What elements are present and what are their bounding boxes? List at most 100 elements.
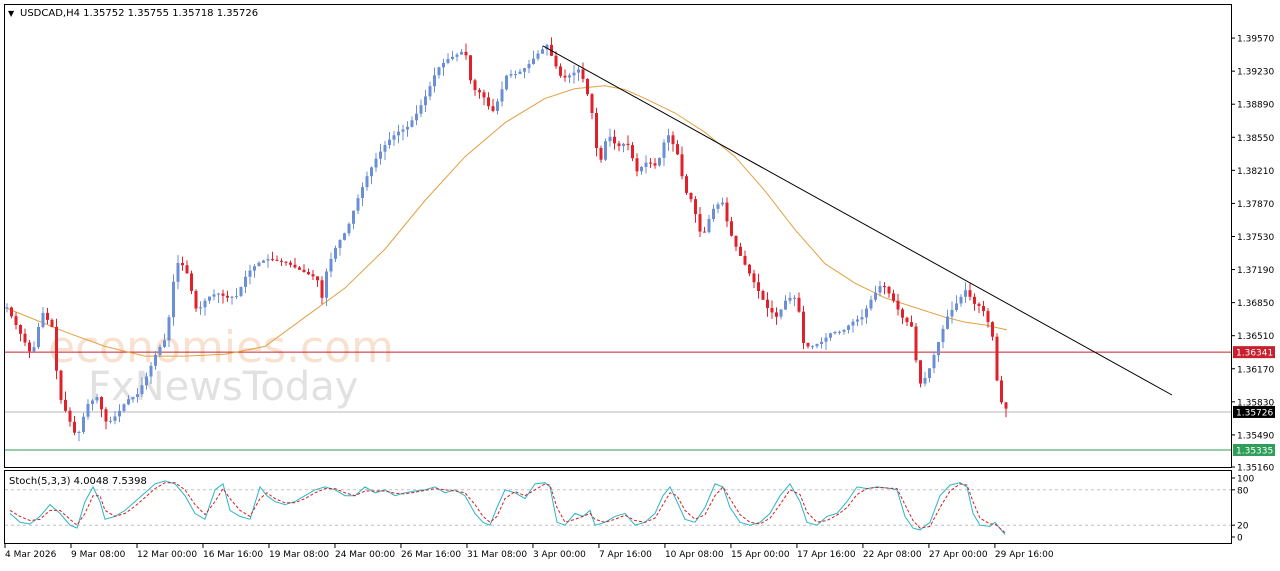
candle-body [599, 148, 603, 160]
candle-body [406, 126, 409, 130]
candle-body [604, 141, 607, 160]
candle-body [32, 347, 36, 352]
menu-triangle-icon[interactable]: ▼ [8, 9, 15, 18]
candle-body [433, 75, 436, 87]
candle-body [734, 235, 738, 247]
time-tick-label: 4 Mar 2026 [5, 550, 57, 560]
candle-body [928, 368, 931, 378]
candle-body [829, 333, 832, 338]
candle-body [73, 421, 76, 433]
candle-body [752, 273, 756, 283]
candle-body [977, 303, 981, 306]
candle-body [892, 293, 895, 301]
candle-body [716, 204, 720, 209]
candle-body [163, 340, 166, 347]
time-tick-label: 24 Mar 00:00 [335, 550, 395, 560]
candle-body [289, 262, 292, 265]
candle-body [140, 385, 144, 395]
candle-body [797, 297, 801, 312]
candle-body [401, 129, 405, 132]
candle-body [883, 286, 886, 288]
candle-body [725, 202, 729, 222]
candle-body [568, 75, 571, 78]
candle-body [1000, 380, 1003, 403]
price-tick-label: 1.38550 [1237, 134, 1274, 144]
candle-body [590, 94, 594, 113]
candle-body [784, 300, 787, 310]
ma-line [4, 85, 1008, 357]
candle-body [442, 62, 445, 68]
candle-body [10, 307, 13, 317]
candle-body [59, 370, 63, 400]
candle-body [856, 319, 859, 322]
candle-body [757, 282, 760, 291]
stoch-tick-label: 20 [1237, 522, 1249, 532]
trendline-layer[interactable] [542, 45, 1173, 396]
candle-body [275, 259, 279, 261]
candle-body [982, 306, 985, 312]
price-tick-label: 1.38890 [1237, 101, 1274, 111]
candle-body [455, 54, 459, 57]
price-axis[interactable]: 1.39570 1.39230 1.38890 1.38550 1.38210 1.378… [1231, 35, 1275, 474]
candle-body [707, 219, 711, 233]
price-tick-label: 1.38210 [1237, 167, 1274, 177]
time-tick-label: 22 Apr 08:00 [863, 550, 922, 560]
candle-body [361, 187, 364, 198]
candle-body [68, 410, 72, 422]
candle-body [559, 66, 562, 76]
stoch-header: Stoch(5,3,3) 4.0048 7.5398 [9, 476, 147, 487]
candle-body [109, 420, 112, 422]
candle-body [991, 322, 994, 337]
price-tick-label: 1.36850 [1237, 299, 1274, 309]
candle-body [653, 163, 657, 166]
candle-body [509, 74, 513, 76]
candle-body [185, 265, 189, 274]
candle-body [464, 51, 468, 56]
candle-body [941, 328, 945, 342]
candle-body [302, 269, 306, 272]
candle-body [626, 143, 630, 145]
candle-body [230, 296, 234, 298]
stoch-tick-label: 0 [1237, 534, 1243, 544]
candle-body [23, 333, 27, 343]
candle-body [973, 296, 976, 304]
candle-body [280, 260, 283, 262]
candle-body [761, 291, 765, 300]
candle-body [536, 53, 540, 59]
candle-body [190, 273, 193, 291]
candle-body [415, 113, 418, 121]
candle-body [721, 202, 724, 205]
candle-body [383, 145, 387, 152]
candle-body [262, 260, 265, 263]
candle-body [64, 399, 67, 411]
candle-body [460, 51, 463, 55]
time-axis[interactable]: 4 Mar 2026 9 Mar 08:00 12 Mar 00:00 16 Mar … [4, 544, 1054, 560]
candle-body [914, 326, 918, 361]
candle-body [104, 409, 108, 422]
chart-header: USDCAD,H4 1.35752 1.35755 1.35718 1.3572… [20, 8, 258, 19]
candle-body [878, 286, 882, 293]
price-tick-label: 1.35160 [1237, 464, 1274, 474]
candle-body [532, 58, 535, 64]
candle-body [298, 267, 301, 270]
candle-body [860, 317, 864, 320]
candle-body [523, 68, 526, 72]
candle-body [194, 291, 198, 309]
candle-body [788, 297, 792, 301]
time-tick-label: 16 Mar 16:00 [203, 550, 263, 560]
candle-body [964, 290, 967, 297]
candle-body [775, 312, 778, 317]
candle-body [505, 75, 508, 90]
chart-canvas[interactable]: economies.com FxNewsToday 1.395701.39230… [0, 0, 1280, 567]
candle-body [37, 327, 40, 348]
candle-body [473, 80, 477, 91]
candle-body [487, 97, 490, 107]
candle-body [824, 337, 828, 342]
candle-body [712, 208, 715, 219]
candle-body [329, 258, 333, 272]
candle-body [838, 331, 841, 333]
candle-body [622, 143, 625, 146]
time-tick-label: 31 Mar 08:00 [467, 550, 527, 560]
candle-body [581, 69, 585, 79]
candle-body [901, 309, 904, 318]
